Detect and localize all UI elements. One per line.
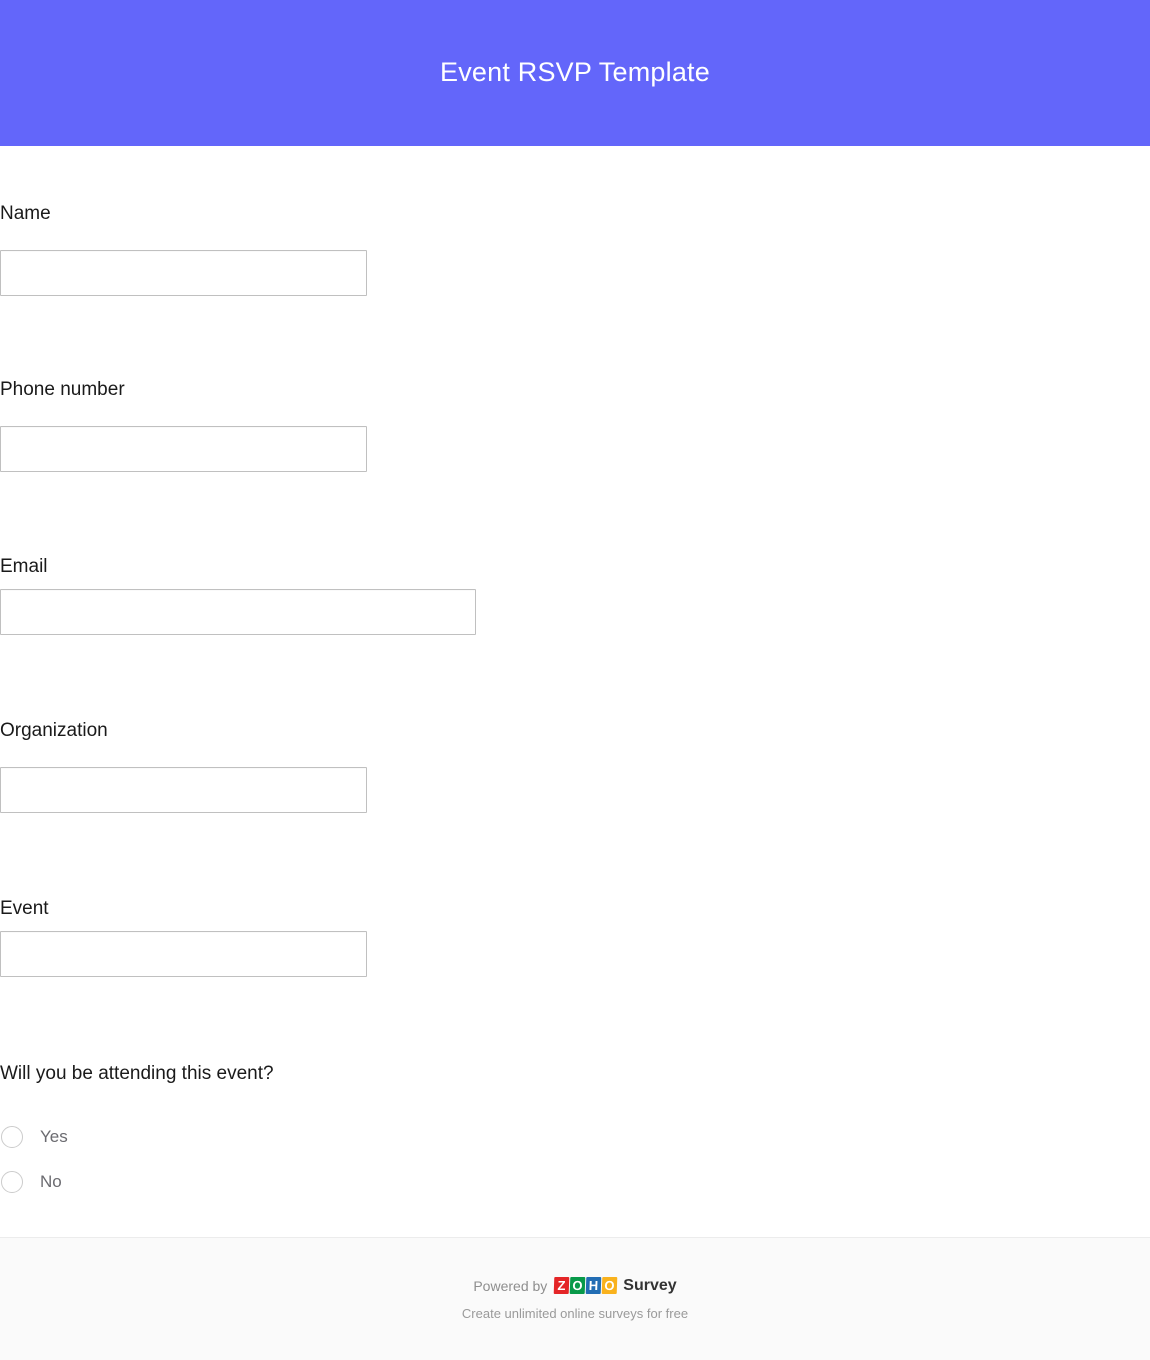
radio-label-no: No (40, 1171, 62, 1191)
field-email: Email (0, 555, 476, 635)
page-title: Event RSVP Template (440, 56, 710, 87)
field-phone-number: Phone number (0, 378, 367, 472)
field-label-event: Event (0, 898, 49, 919)
radio-option-yes[interactable]: Yes (0, 1114, 274, 1159)
radio-label-yes: Yes (40, 1126, 68, 1146)
radio-circle-icon[interactable] (1, 1125, 23, 1148)
survey-header: Event RSVP Template (0, 0, 1150, 146)
field-attendance: Will you be attending this event? Yes No (0, 1062, 274, 1204)
event-input[interactable] (0, 931, 367, 977)
phone-number-input[interactable] (0, 426, 367, 472)
field-label-name: Name (0, 203, 51, 224)
field-name: Name (0, 202, 367, 296)
radio-option-no[interactable]: No (0, 1159, 274, 1204)
field-label-organization: Organization (0, 720, 108, 741)
product-name-label: Survey (623, 1276, 677, 1294)
footer-tagline: Create unlimited online surveys for free (461, 1305, 689, 1321)
zoho-logo-icon: Z O H O (553, 1277, 618, 1294)
field-event: Event (0, 897, 367, 977)
field-label-email: Email (0, 556, 48, 577)
survey-page: Event RSVP Template Name Phone number Em… (0, 0, 1150, 1360)
powered-by-row: Powered by Z O H O Survey (473, 1276, 677, 1296)
survey-footer: Powered by Z O H O Survey Create unlimit… (0, 1237, 1150, 1360)
field-label-phone-number: Phone number (0, 379, 125, 400)
radio-circle-icon[interactable] (1, 1170, 23, 1193)
field-label-attendance: Will you be attending this event? (0, 1063, 274, 1084)
zoho-letter-o-second: O (601, 1277, 618, 1294)
zoho-letter-h: H (585, 1277, 602, 1294)
attendance-radio-group: Yes No (0, 1114, 274, 1204)
survey-form: Name Phone number Email Organization Eve… (0, 146, 1150, 1237)
zoho-letter-o-first: O (569, 1277, 586, 1294)
name-input[interactable] (0, 250, 367, 296)
organization-input[interactable] (0, 767, 367, 813)
powered-by-label: Powered by (473, 1277, 548, 1294)
email-input[interactable] (0, 589, 476, 635)
zoho-letter-z: Z (553, 1277, 570, 1294)
field-organization: Organization (0, 719, 367, 813)
